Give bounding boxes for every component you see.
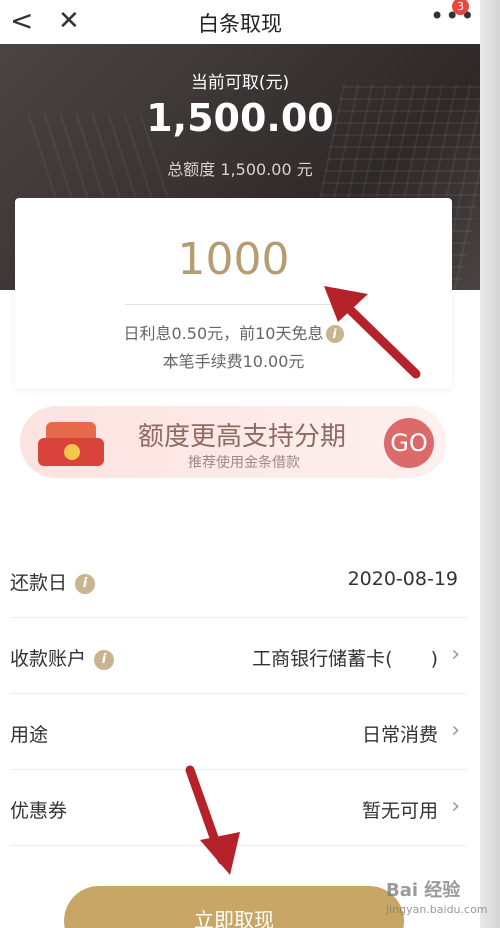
coin-icon [64,444,80,460]
available-amount: 1,500.00 [146,96,334,140]
watermark-url: jingyan.baidu.com [386,903,488,916]
annotation-arrow-icon [324,286,421,379]
row-label: 用途 [10,724,49,746]
chevron-right-icon: › [451,794,460,819]
row-label-text: 收款账户 [10,648,87,670]
row-value: 日常消费 [361,724,438,746]
available-label: 当前可取(元) [190,73,290,93]
top-nav-bar: < ✕ 白条取现 ••• 3 [0,0,480,44]
row-value: 暂无可用 [361,800,438,822]
chevron-right-icon: › [451,718,460,743]
chevron-right-icon: › [451,642,460,667]
withdraw-now-label: 立即取现 [194,908,274,928]
total-limit: 总额度 1,500.00 元 [167,160,313,179]
input-underline [125,304,345,305]
promo-banner[interactable]: 额度更高支持分期 推荐使用金条借款 GO [20,406,446,478]
row-label: 优惠券 [10,800,68,822]
withdraw-now-button[interactable]: 立即取现 [64,886,404,928]
promo-subtitle: 推荐使用金条借款 [188,455,300,471]
page-title: 白条取现 [198,12,282,36]
row-repayment-date: 还款日 i 2020-08-19 [10,542,466,618]
annotation-arrow-icon [185,765,240,875]
page-edge-strip [480,0,500,928]
go-button[interactable]: GO [384,418,434,468]
row-label: 还款日 i [10,568,96,595]
amount-input[interactable]: 1000 [15,234,452,285]
gift-icon [38,418,104,470]
row-label-text: 还款日 [10,572,68,594]
watermark-text: Bai 经验 [386,880,461,901]
baidu-watermark: Bai 经验 jingyan.baidu.com [386,876,488,920]
interest-label: 日利息0.50元，前10天免息 [123,324,324,343]
promo-title: 额度更高支持分期 [138,422,347,452]
row-label: 收款账户 i [10,644,115,671]
info-icon[interactable]: i [75,574,96,594]
row-purpose[interactable]: 用途 日常消费 › [10,694,466,770]
row-receiving-account[interactable]: 收款账户 i 工商银行储蓄卡( ) › [10,618,466,694]
info-icon[interactable]: i [94,650,115,670]
row-value: 2020-08-19 [347,568,458,590]
row-value: 工商银行储蓄卡( ) [252,648,438,670]
